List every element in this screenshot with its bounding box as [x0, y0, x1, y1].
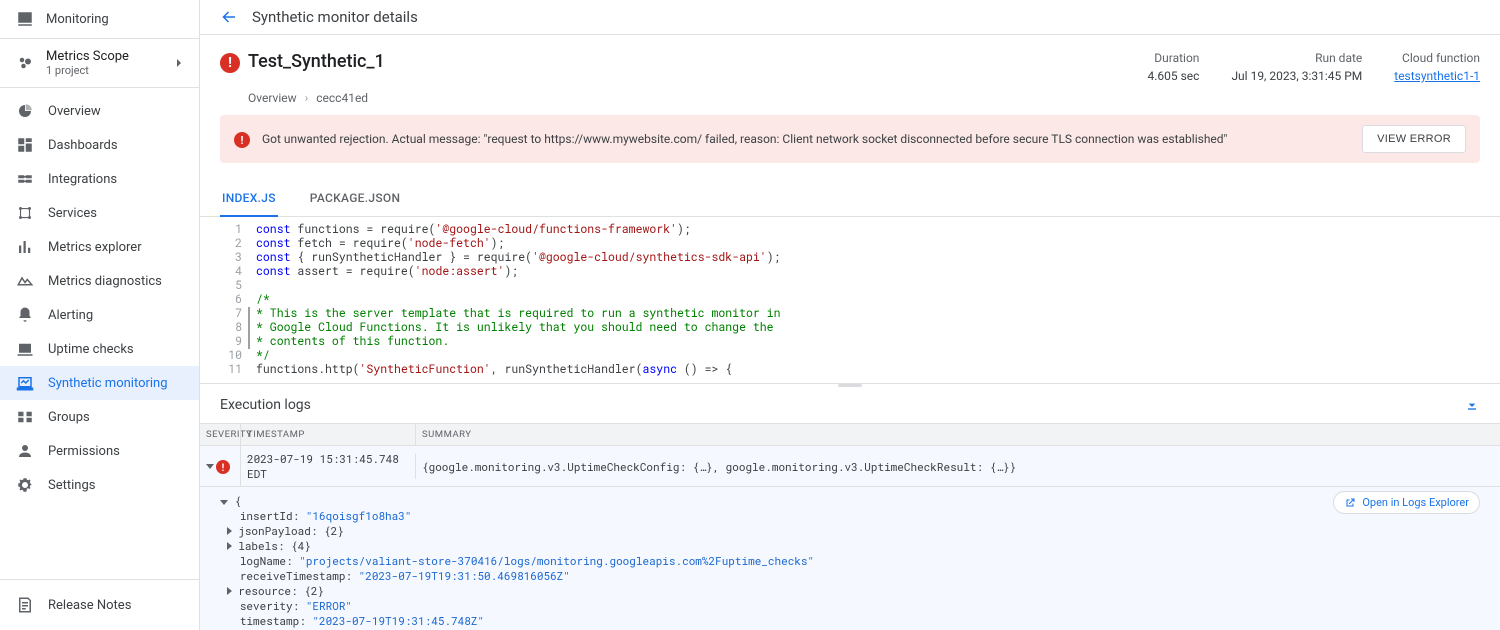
log-detail: Open in Logs Explorer { insertId: "16qoi… — [200, 487, 1500, 630]
sidebar-item-overview[interactable]: Overview — [0, 94, 199, 128]
sidebar-item-permissions[interactable]: Permissions — [0, 434, 199, 468]
sidebar-item-label: Uptime checks — [48, 342, 134, 357]
sidebar-item-release-notes[interactable]: Release Notes — [0, 588, 199, 622]
sidebar-nav: Overview Dashboards Integrations Service… — [0, 88, 199, 579]
sidebar-item-label: Overview — [48, 104, 101, 119]
log-table-header: SEVERITY TIMESTAMP SUMMARY — [200, 423, 1500, 446]
synthetic-icon — [16, 374, 34, 392]
sidebar-header: Monitoring — [0, 0, 199, 39]
scope-title: Metrics Scope — [46, 49, 129, 64]
uptime-icon — [16, 340, 34, 358]
error-status-icon: ! — [220, 53, 240, 73]
collapse-tri-icon[interactable] — [220, 500, 228, 505]
collapse-icon[interactable] — [1464, 397, 1480, 413]
tab-package-json[interactable]: PACKAGE.JSON — [308, 181, 403, 216]
error-message: Got unwanted rejection. Actual message: … — [262, 132, 1350, 146]
sidebar-item-alerting[interactable]: Alerting — [0, 298, 199, 332]
expand-icon[interactable] — [206, 464, 214, 469]
sidebar-item-label: Integrations — [48, 172, 117, 187]
breadcrumb: Overview › cecc41ed — [228, 91, 1500, 115]
alerting-icon — [16, 306, 34, 324]
sidebar: Monitoring Metrics Scope 1 project Overv… — [0, 0, 200, 630]
sidebar-item-label: Dashboards — [48, 138, 118, 153]
external-link-icon — [1344, 497, 1356, 509]
permissions-icon — [16, 442, 34, 460]
sidebar-item-groups[interactable]: Groups — [0, 400, 199, 434]
sidebar-item-metrics-explorer[interactable]: Metrics explorer — [0, 230, 199, 264]
breadcrumb-root[interactable]: Overview — [248, 91, 297, 105]
sidebar-item-label: Groups — [48, 410, 90, 425]
code-viewer: 1const functions = require('@google-clou… — [200, 217, 1500, 384]
meta-cloudfn-label: Cloud function — [1394, 51, 1480, 65]
overview-icon — [16, 102, 34, 120]
sidebar-item-dashboards[interactable]: Dashboards — [0, 128, 199, 162]
col-timestamp: TIMESTAMP — [240, 424, 415, 445]
open-in-logs-explorer-button[interactable]: Open in Logs Explorer — [1333, 491, 1480, 514]
services-icon — [16, 204, 34, 222]
meta-duration-value: 4.605 sec — [1147, 69, 1199, 83]
expand-tri-icon[interactable] — [227, 527, 232, 535]
execution-logs-title: Execution logs — [220, 397, 311, 413]
diagnostics-icon — [16, 272, 34, 290]
sidebar-item-metrics-diagnostics[interactable]: Metrics diagnostics — [0, 264, 199, 298]
view-error-button[interactable]: VIEW ERROR — [1362, 125, 1466, 153]
code-tabs: INDEX.JS PACKAGE.JSON — [200, 181, 1500, 217]
notes-icon — [16, 596, 34, 614]
execution-logs-header: Execution logs — [200, 387, 1500, 423]
meta-cloudfn-link[interactable]: testsynthetic1-1 — [1394, 69, 1480, 83]
meta-rundate-label: Run date — [1231, 51, 1362, 65]
chevron-right-icon — [171, 55, 187, 71]
sidebar-item-label: Metrics diagnostics — [48, 274, 162, 289]
sidebar-title: Monitoring — [46, 12, 109, 27]
tab-index-js[interactable]: INDEX.JS — [220, 181, 278, 217]
monitoring-icon — [16, 10, 34, 28]
col-severity: SEVERITY — [200, 424, 240, 445]
expand-tri-icon[interactable] — [227, 542, 232, 550]
sidebar-item-label: Permissions — [48, 444, 120, 459]
sidebar-item-label: Settings — [48, 478, 95, 493]
col-summary: SUMMARY — [415, 424, 1500, 445]
sidebar-footer: Release Notes — [0, 579, 199, 630]
scope-icon — [16, 54, 34, 72]
meta-duration-label: Duration — [1147, 51, 1199, 65]
metrics-explorer-icon — [16, 238, 34, 256]
sidebar-item-integrations[interactable]: Integrations — [0, 162, 199, 196]
breadcrumb-leaf: cecc41ed — [316, 91, 368, 105]
metrics-scope[interactable]: Metrics Scope 1 project — [0, 39, 199, 88]
log-timestamp: 2023-07-19 15:31:45.748 EDT — [240, 446, 415, 486]
sidebar-item-label: Metrics explorer — [48, 240, 142, 255]
log-summary: {google.monitoring.v3.UptimeCheckConfig:… — [415, 454, 1500, 479]
main-content: Synthetic monitor details ! Test_Synthet… — [200, 0, 1500, 630]
sidebar-item-label: Release Notes — [48, 598, 131, 613]
dashboards-icon — [16, 136, 34, 154]
top-bar: Synthetic monitor details — [200, 0, 1500, 35]
page-title: Synthetic monitor details — [252, 8, 418, 26]
sidebar-item-label: Services — [48, 206, 97, 221]
gear-icon — [16, 476, 34, 494]
expand-tri-icon[interactable] — [227, 587, 232, 595]
sidebar-item-uptime-checks[interactable]: Uptime checks — [0, 332, 199, 366]
log-row[interactable]: ! 2023-07-19 15:31:45.748 EDT {google.mo… — [200, 446, 1500, 487]
monitor-title: Test_Synthetic_1 — [248, 51, 385, 72]
severity-error-icon: ! — [216, 460, 230, 474]
sidebar-item-settings[interactable]: Settings — [0, 468, 199, 502]
error-icon: ! — [234, 132, 250, 148]
groups-icon — [16, 408, 34, 426]
error-banner: ! Got unwanted rejection. Actual message… — [220, 115, 1480, 163]
back-arrow-icon[interactable] — [220, 8, 238, 26]
scope-subtitle: 1 project — [46, 64, 129, 77]
monitor-header: ! Test_Synthetic_1 Duration 4.605 sec Run… — [200, 35, 1500, 87]
sidebar-item-services[interactable]: Services — [0, 196, 199, 230]
breadcrumb-separator: › — [305, 91, 309, 105]
meta-rundate-value: Jul 19, 2023, 3:31:45 PM — [1231, 69, 1362, 83]
monitor-meta: Duration 4.605 sec Run date Jul 19, 2023, … — [1147, 51, 1480, 83]
sidebar-item-label: Alerting — [48, 308, 93, 323]
sidebar-item-label: Synthetic monitoring — [48, 376, 168, 391]
sidebar-item-synthetic-monitoring[interactable]: Synthetic monitoring — [0, 366, 199, 400]
integrations-icon — [16, 170, 34, 188]
